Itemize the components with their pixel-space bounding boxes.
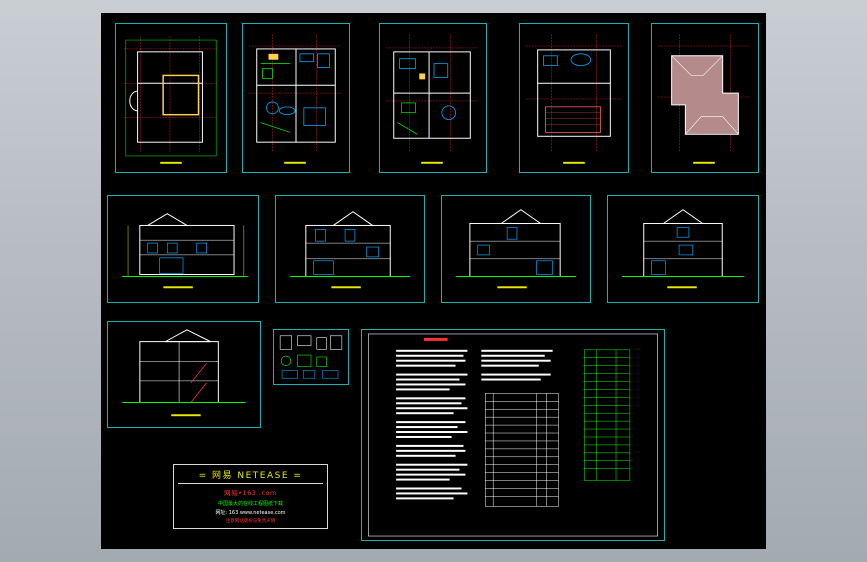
sheet-elevation-4[interactable]: [607, 195, 759, 303]
brand-divider: [178, 483, 323, 484]
sheet-floor-plan-4[interactable]: [519, 23, 629, 173]
brand-line-1: = 网易 NETEASE =: [198, 471, 303, 481]
sheet-notes[interactable]: [361, 329, 665, 541]
brand-line-2: 网易•163 .com: [224, 489, 277, 497]
brand-line-3: 中国最大的在线工程图纸下载: [217, 501, 283, 507]
elevation-3-drawing: [456, 209, 576, 289]
floor-plan-4-drawing: [525, 34, 623, 164]
elevation-4-drawing: [622, 209, 744, 289]
sheet-section-1[interactable]: [107, 321, 261, 428]
sheet-floor-plan-3[interactable]: [379, 23, 487, 173]
floor-plan-2-drawing: [248, 34, 342, 164]
sheet-floor-plan-2[interactable]: [242, 23, 350, 173]
brand-line-4: 网址: 163 www.netease.com: [215, 510, 286, 516]
sheet-floor-plan-1[interactable]: [115, 23, 227, 173]
brand-line-5: 注意网站版权与免责声明: [225, 519, 276, 524]
drawing-canvas[interactable]: = 网易 NETEASE = 网易•163 .com 中国最大的在线工程图纸下载…: [101, 13, 766, 549]
sheet-elevation-3[interactable]: [441, 195, 591, 303]
brand-title-block: = 网易 NETEASE = 网易•163 .com 中国最大的在线工程图纸下载…: [173, 464, 328, 529]
elevation-1-drawing: [122, 213, 248, 289]
floor-plan-3-drawing: [385, 34, 479, 164]
section-1-drawing: [122, 329, 246, 417]
elevation-2-drawing: [290, 211, 410, 289]
details-drawing: [279, 335, 343, 379]
sheet-elevation-1[interactable]: [107, 195, 259, 303]
sheet-roof-plan[interactable]: [651, 23, 759, 173]
floor-plan-1-drawing: [123, 36, 219, 164]
sheet-details[interactable]: [273, 329, 349, 385]
notes-drawing: [368, 333, 658, 537]
sheet-elevation-2[interactable]: [275, 195, 425, 303]
roof-plan-drawing: [657, 34, 751, 164]
